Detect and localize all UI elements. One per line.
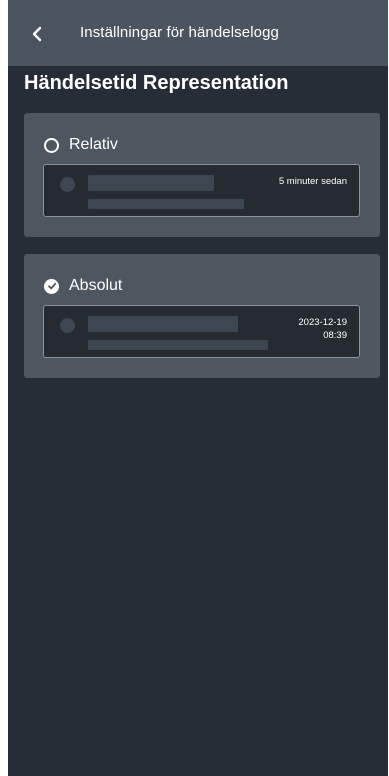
preview-placeholder-line (88, 175, 214, 191)
preview-placeholder-line (88, 316, 238, 332)
checkmark-icon (47, 282, 56, 290)
preview-date: 2023-12-19 (298, 317, 347, 328)
radio-row-absolute[interactable]: Absolut (44, 274, 122, 298)
radio-unchecked-icon[interactable] (44, 137, 59, 153)
back-button[interactable] (26, 22, 50, 46)
option-card-relative[interactable]: Relativ 5 minuter sedan (24, 113, 380, 237)
preview-placeholder-dot (60, 318, 75, 333)
option-label-relative: Relativ (69, 136, 118, 153)
preview-placeholder-line (88, 340, 268, 350)
preview-placeholder-dot (60, 177, 75, 192)
preview-timestamp: 2023-12-19 08:39 (298, 316, 347, 342)
radio-checked-icon[interactable] (44, 278, 59, 294)
chevron-left-icon (32, 26, 42, 42)
event-log-settings-screen: Inställningar för händelselogg Händelset… (8, 0, 388, 776)
preview-placeholder-line (88, 199, 244, 209)
option-card-absolute[interactable]: Absolut 2023-12-19 08:39 (24, 254, 380, 378)
preview-relative: 5 minuter sedan (43, 164, 360, 217)
preview-absolute: 2023-12-19 08:39 (43, 305, 360, 358)
top-bar: Inställningar för händelselogg (8, 0, 388, 66)
preview-time: 08:39 (323, 330, 347, 341)
radio-row-relative[interactable]: Relativ (44, 133, 118, 157)
page-title: Inställningar för händelselogg (80, 24, 279, 41)
option-label-absolute: Absolut (69, 277, 123, 294)
preview-timestamp-line: 5 minuter sedan (278, 176, 347, 187)
section-heading: Händelsetid Representation (24, 72, 289, 94)
preview-timestamp: 5 minuter sedan (279, 175, 347, 188)
